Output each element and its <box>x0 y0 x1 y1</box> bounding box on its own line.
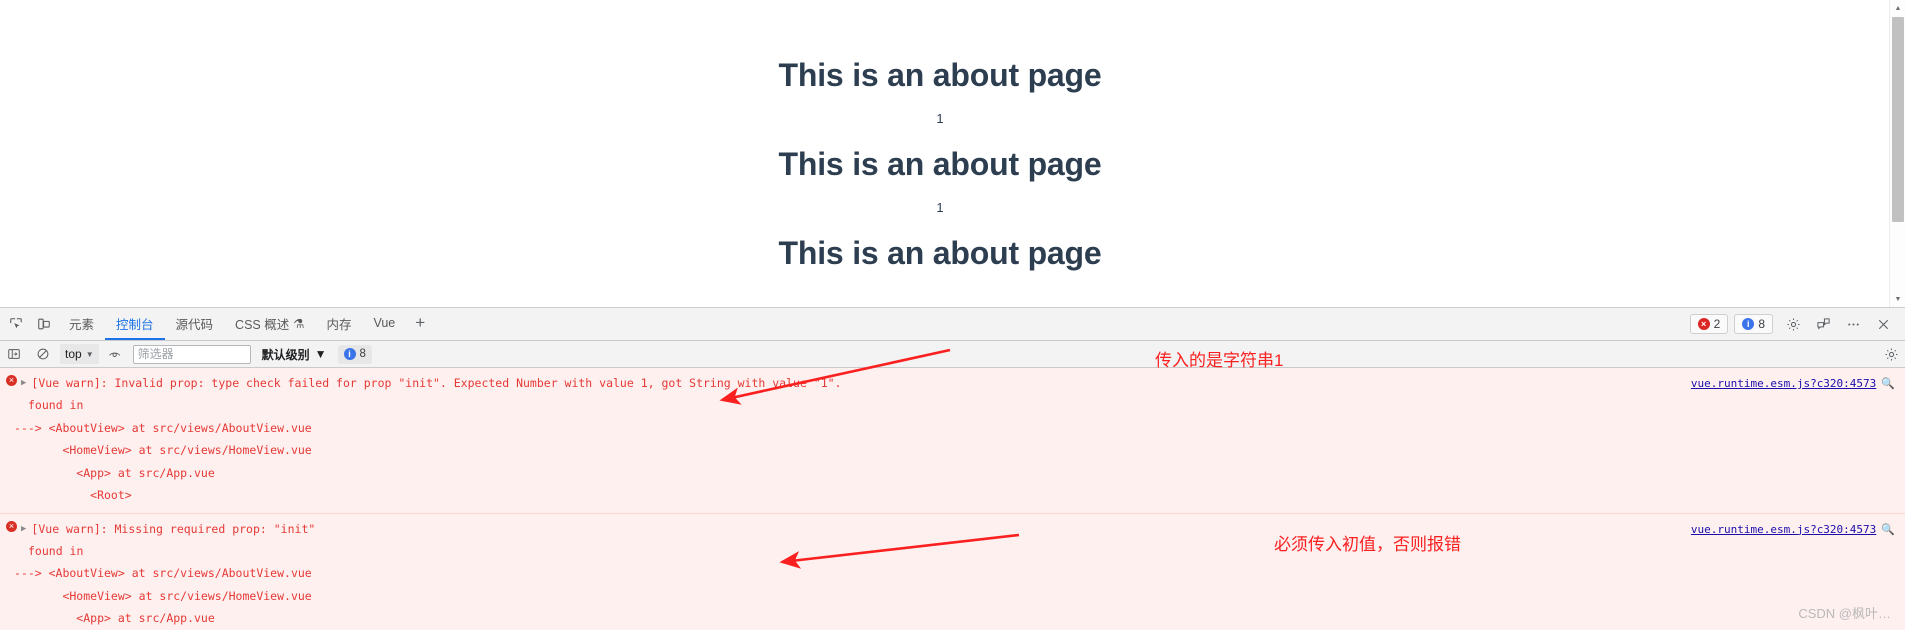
console-source-link[interactable]: vue.runtime.esm.js?c320:4573 <box>1691 519 1876 540</box>
annotation-label-1: 传入的是字符串1 <box>1155 351 1284 370</box>
message-count-badge[interactable]: i 8 <box>1734 314 1773 334</box>
screenshot-root: This is an about page 1 This is an about… <box>0 0 1905 630</box>
live-expression-eye-icon[interactable] <box>104 343 128 365</box>
console-message-header[interactable]: × ▶ [Vue warn]: Invalid prop: type check… <box>0 372 1905 394</box>
chevron-down-icon: ▼ <box>314 347 327 361</box>
tab-vue[interactable]: Vue <box>362 308 406 340</box>
tab-console[interactable]: 控制台 <box>105 308 165 340</box>
tab-sources-label: 源代码 <box>175 317 214 332</box>
issue-icon: i <box>343 348 356 360</box>
tab-sources[interactable]: 源代码 <box>165 308 225 340</box>
log-level-selector[interactable]: 默认级别 ▼ <box>262 346 327 363</box>
tab-elements[interactable]: 元素 <box>58 308 105 340</box>
error-icon: × <box>6 520 17 532</box>
scroll-up-icon[interactable]: ▲ <box>1890 0 1905 16</box>
console-filter-input[interactable] <box>132 344 251 364</box>
error-icon: × <box>1697 318 1710 330</box>
expand-arrow-icon[interactable]: ▶ <box>21 521 26 539</box>
console-issues-badge[interactable]: i 8 <box>337 344 372 364</box>
csdn-watermark: CSDN @枫叶… <box>1798 606 1891 621</box>
more-options-icon[interactable] <box>1839 317 1867 332</box>
console-settings-icon[interactable] <box>1884 347 1899 362</box>
console-message[interactable]: × ▶ [Vue warn]: Missing required prop: "… <box>0 513 1905 630</box>
message-count-value: 8 <box>1758 317 1765 331</box>
console-message-text: [Vue warn]: Invalid prop: type check fai… <box>31 376 842 390</box>
page-scrollbar[interactable]: ▲ ▼ <box>1889 0 1905 307</box>
search-icon[interactable]: 🔍 <box>1881 519 1895 540</box>
close-devtools-icon[interactable] <box>1869 317 1897 332</box>
console-log-area[interactable]: × ▶ [Vue warn]: Invalid prop: type check… <box>0 368 1905 630</box>
tab-console-label: 控制台 <box>116 317 154 332</box>
page-counter-value: 1 <box>936 111 944 127</box>
execution-context-selector[interactable]: top ▼ <box>60 344 99 364</box>
experiment-flask-icon: ⚗ <box>293 316 305 331</box>
console-component-stack: ---> <AboutView> at src/views/AboutView.… <box>14 420 312 503</box>
console-source-link-wrap[interactable]: vue.runtime.esm.js?c320:4573 🔍 <box>1691 373 1895 394</box>
page-heading: This is an about page <box>778 235 1102 272</box>
devtools-tabbar: 元素 控制台 源代码 CSS 概述 ⚗ 内存 Vue + × 2 i 8 <box>0 308 1905 341</box>
settings-gear-icon[interactable] <box>1779 317 1807 332</box>
message-icon: i <box>1742 318 1755 330</box>
console-found-in-label: found in <box>28 543 84 558</box>
console-source-link[interactable]: vue.runtime.esm.js?c320:4573 <box>1691 373 1876 394</box>
error-count-badge[interactable]: × 2 <box>1689 314 1729 334</box>
execution-context-label: top <box>65 347 82 361</box>
feedback-icon[interactable] <box>1809 317 1837 332</box>
log-level-label: 默认级别 <box>261 347 310 362</box>
expand-arrow-icon[interactable]: ▶ <box>21 375 26 393</box>
device-toolbar-icon[interactable] <box>30 308 58 340</box>
tab-css-overview-label: CSS 概述 <box>235 317 290 332</box>
console-found-in-label: found in <box>28 398 84 413</box>
page-viewport: This is an about page 1 This is an about… <box>0 0 1905 307</box>
tab-memory[interactable]: 内存 <box>315 308 362 340</box>
tab-memory-label: 内存 <box>326 317 352 332</box>
page-heading: This is an about page <box>778 146 1102 183</box>
tab-elements-label: 元素 <box>69 317 95 332</box>
console-component-stack: ---> <AboutView> at src/views/AboutView.… <box>14 566 312 626</box>
page-counter-value: 1 <box>936 200 944 216</box>
chevron-down-icon: ▼ <box>85 349 94 359</box>
console-message[interactable]: × ▶ [Vue warn]: Invalid prop: type check… <box>0 368 1905 514</box>
about-page-content: This is an about page 1 This is an about… <box>0 0 1880 272</box>
tab-css-overview[interactable]: CSS 概述 ⚗ <box>224 308 315 340</box>
console-message-header[interactable]: × ▶ [Vue warn]: Missing required prop: "… <box>0 518 1905 540</box>
clear-console-icon[interactable] <box>31 343 55 365</box>
devtools-tabbar-actions: × 2 i 8 <box>1689 308 1905 340</box>
console-filter-toolbar: top ▼ 默认级别 ▼ i 8 <box>0 341 1905 368</box>
error-count-value: 2 <box>1713 317 1721 331</box>
search-icon[interactable]: 🔍 <box>1881 373 1895 394</box>
page-heading: This is an about page <box>778 57 1102 93</box>
scrollbar-thumb[interactable] <box>1892 17 1904 222</box>
console-sidebar-toggle-icon[interactable] <box>2 343 26 365</box>
tab-vue-label: Vue <box>373 316 396 330</box>
scroll-down-icon[interactable]: ▼ <box>1890 291 1905 307</box>
console-issues-count: 8 <box>359 348 366 360</box>
annotation-label-2: 必须传入初值，否则报错 <box>1274 535 1461 554</box>
add-panel-button[interactable]: + <box>406 308 434 340</box>
inspect-element-icon[interactable] <box>2 308 30 340</box>
error-icon: × <box>6 375 17 386</box>
console-source-link-wrap[interactable]: vue.runtime.esm.js?c320:4573 🔍 <box>1691 519 1895 540</box>
console-message-text: [Vue warn]: Missing required prop: "init… <box>31 521 316 536</box>
devtools-panel: 元素 控制台 源代码 CSS 概述 ⚗ 内存 Vue + × 2 i 8 top… <box>0 307 1905 630</box>
